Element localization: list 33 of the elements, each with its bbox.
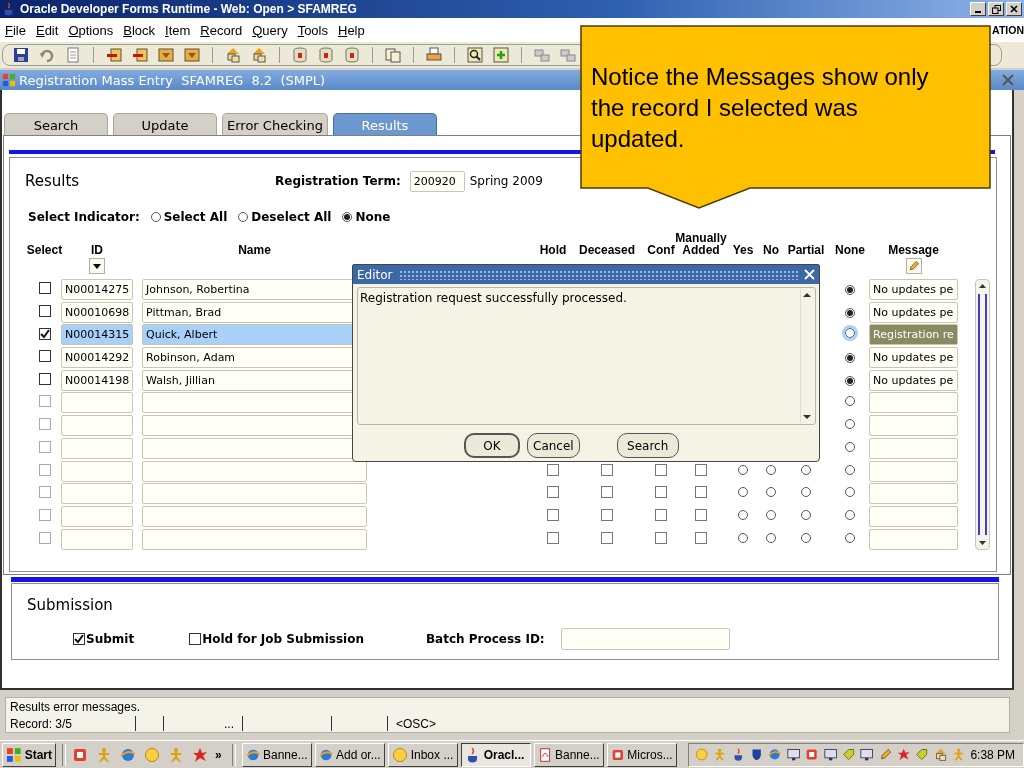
column-header: Partial <box>787 244 825 256</box>
column-header: Name <box>238 244 271 256</box>
column-header: Manually Added <box>675 232 727 256</box>
column-header: Message <box>888 244 939 256</box>
option-label: Select All <box>163 210 228 224</box>
clock: 6:38 PM <box>970 747 1016 762</box>
section-heading: Results <box>24 172 81 190</box>
dialog-title: Editor <box>357 267 393 282</box>
section-heading: Submission <box>27 596 113 614</box>
column-header: ID <box>91 244 103 256</box>
checkbox-label: Hold for Job Submission <box>202 632 364 646</box>
column-header: Select <box>26 244 63 256</box>
checkbox-label: Submit <box>86 632 135 646</box>
option-label: None <box>355 210 391 224</box>
callout-text: Notice the Messages show only the record I selected was updated. <box>591 62 930 154</box>
field-label: Batch Process ID: <box>425 632 545 646</box>
column-header: Hold <box>539 244 567 256</box>
column-header: Deceased <box>579 244 636 256</box>
logo-text: ATION <box>992 24 1024 36</box>
mode-indicator: <OSC> <box>396 716 437 731</box>
field-label: Registration Term: <box>275 174 401 188</box>
term-description: Spring 2009 <box>469 174 543 188</box>
record-indicator: Record: 3/5 <box>10 716 73 731</box>
column-header: Conf <box>647 244 675 256</box>
status-message: Results error messages. <box>10 699 141 714</box>
form-title: Registration Mass Entry SFAMREG 8.2 (SMPL) <box>19 72 326 88</box>
column-header: No <box>763 244 779 256</box>
field-label: Select Indicator: <box>28 210 140 224</box>
status-text: ... <box>224 716 234 731</box>
window-title: Oracle Developer Forms Runtime - Web: Open > SFAMREG <box>20 2 357 16</box>
column-header: Yes <box>732 244 754 256</box>
column-header: None <box>835 244 865 256</box>
option-label: Deselect All <box>251 210 332 224</box>
